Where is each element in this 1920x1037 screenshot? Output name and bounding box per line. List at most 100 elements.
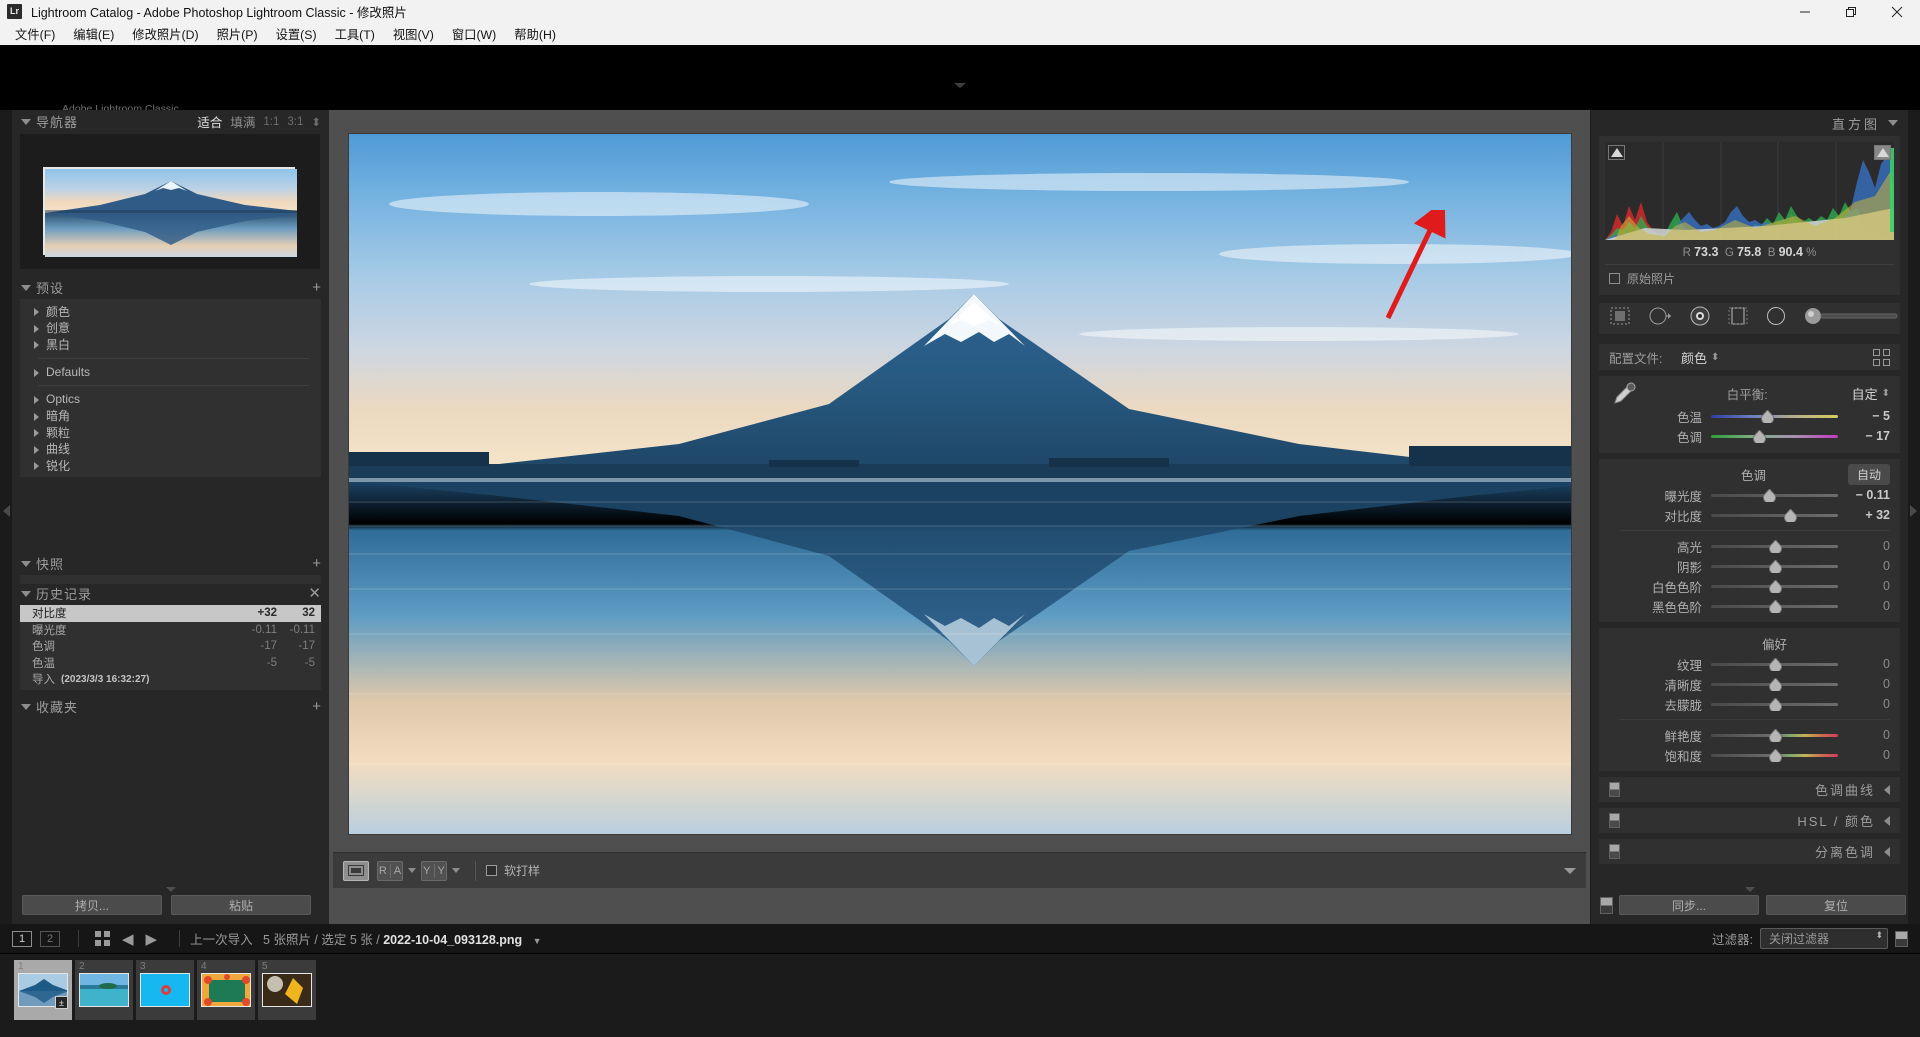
slider-value[interactable]: 0	[1838, 728, 1890, 742]
slider-value[interactable]: − 17	[1838, 429, 1890, 443]
add-snapshot-button[interactable]: +	[312, 556, 321, 571]
history-row-import[interactable]: 导入 (2023/3/3 16:32:27)	[20, 671, 321, 688]
history-row[interactable]: 曝光度 -0.11 -0.11	[20, 622, 321, 639]
filmstrip-source-info[interactable]: 上一次导入 5 张照片 / 选定 5 张 / 2022-10-04_093128…	[190, 929, 542, 948]
stepper-icon[interactable]: ⬍	[1875, 930, 1883, 941]
slider-clarity[interactable]: 清晰度 0	[1599, 674, 1900, 694]
maximize-icon[interactable]	[1828, 0, 1874, 23]
preset-group-sharpening[interactable]: 锐化	[20, 457, 321, 474]
sync-switch[interactable]	[1600, 897, 1613, 914]
back-arrow-icon[interactable]: ◀	[122, 930, 134, 948]
slider-track[interactable]	[1711, 748, 1838, 764]
chevron-down-icon[interactable]	[21, 561, 31, 567]
collections-header[interactable]: 收藏夹 +	[12, 695, 329, 718]
filmstrip-thumb[interactable]: 2	[75, 960, 133, 1020]
white-balance-stepper-icon[interactable]: ⬍	[1882, 388, 1890, 399]
soft-proofing-checkbox[interactable]	[486, 865, 497, 876]
panel-hsl-color[interactable]: HSL / 颜色	[1599, 808, 1900, 833]
reset-button[interactable]: 复位	[1766, 895, 1906, 915]
menu-develop[interactable]: 修改照片(D)	[123, 23, 207, 45]
slider-texture[interactable]: 纹理 0	[1599, 654, 1900, 674]
graduated-filter-icon[interactable]	[1728, 306, 1748, 331]
slider-track[interactable]	[1711, 657, 1838, 673]
slider-blacks[interactable]: 黑色色阶 0	[1599, 596, 1900, 616]
toolbar-options-chevron-icon[interactable]	[1564, 867, 1576, 874]
slider-value[interactable]: 0	[1838, 677, 1890, 691]
slider-track[interactable]	[1711, 539, 1838, 555]
slider-knob[interactable]	[1768, 697, 1782, 713]
slider-whites[interactable]: 白色色阶 0	[1599, 576, 1900, 596]
chevron-down-icon[interactable]	[21, 704, 31, 710]
preset-group-creative[interactable]: 创意	[20, 320, 321, 337]
snapshots-header[interactable]: 快照 +	[12, 552, 329, 575]
close-icon[interactable]	[1874, 0, 1920, 23]
slider-value[interactable]: 0	[1838, 657, 1890, 671]
slider-value[interactable]: − 5	[1838, 409, 1890, 423]
slider-track[interactable]	[1711, 409, 1838, 425]
chevron-down-icon[interactable]	[21, 285, 31, 291]
red-eye-icon[interactable]	[1689, 306, 1711, 331]
left-panel-resize-handle[interactable]	[165, 887, 176, 892]
slider-knob[interactable]	[1768, 677, 1782, 693]
slider-tint[interactable]: 色调 − 17	[1599, 426, 1900, 446]
slider-knob[interactable]	[1768, 559, 1782, 575]
preset-group-curve[interactable]: 曲线	[20, 441, 321, 458]
forward-arrow-icon[interactable]: ▶	[146, 930, 158, 948]
filmstrip-thumb[interactable]: 3	[136, 960, 194, 1020]
panel-split-toning[interactable]: 分离色调	[1599, 839, 1900, 864]
slider-track[interactable]	[1711, 559, 1838, 575]
slider-highlights[interactable]: 高光 0	[1599, 536, 1900, 556]
white-balance-row[interactable]: 白平衡: 自定 ⬍	[1599, 380, 1900, 406]
top-panel-toggle[interactable]	[954, 83, 966, 88]
profile-row[interactable]: 配置文件: 颜色 ⬍	[1599, 344, 1900, 370]
slider-knob[interactable]	[1753, 429, 1767, 445]
original-photo-row[interactable]: 原始照片	[1605, 264, 1894, 289]
split-toning-switch[interactable]	[1609, 844, 1620, 859]
zoom-mode-3to1[interactable]: 3:1	[287, 116, 303, 128]
sync-settings-button[interactable]: 同步...	[1619, 895, 1759, 915]
slider-value[interactable]: 0	[1838, 748, 1890, 762]
profile-stepper-icon[interactable]: ⬍	[1711, 352, 1719, 363]
photo-canvas[interactable]	[333, 120, 1586, 847]
history-row[interactable]: 对比度 +32 32	[20, 605, 321, 622]
right-panel-resize-handle[interactable]	[1744, 887, 1755, 892]
hsl-switch[interactable]	[1609, 813, 1620, 828]
slider-knob[interactable]	[1768, 728, 1782, 744]
chevron-left-icon[interactable]	[1884, 784, 1890, 795]
slider-value[interactable]: 0	[1838, 697, 1890, 711]
spot-removal-icon[interactable]	[1648, 306, 1672, 331]
zoom-mode-fit[interactable]: 适合	[197, 112, 222, 131]
slider-value[interactable]: 0	[1838, 579, 1890, 593]
add-collection-button[interactable]: +	[312, 699, 321, 714]
slider-knob[interactable]	[1768, 579, 1782, 595]
display-1-button[interactable]: 1	[12, 930, 32, 947]
filter-select[interactable]: 关闭过滤器 ⬍	[1760, 928, 1888, 949]
slider-saturation[interactable]: 饱和度 0	[1599, 745, 1900, 765]
slider-value[interactable]: 0	[1838, 559, 1890, 573]
slider-track[interactable]	[1711, 508, 1838, 524]
slider-track[interactable]	[1711, 697, 1838, 713]
preset-group-vignette[interactable]: 暗角	[20, 408, 321, 425]
slider-track[interactable]	[1711, 488, 1838, 504]
crop-overlay-icon[interactable]	[1609, 306, 1631, 331]
display-2-button[interactable]: 2	[40, 930, 60, 947]
radial-filter-icon[interactable]	[1765, 306, 1787, 331]
history-row[interactable]: 色调 -17 -17	[20, 638, 321, 655]
menu-edit[interactable]: 编辑(E)	[64, 23, 123, 45]
chevron-down-icon[interactable]	[452, 868, 460, 873]
slider-exposure[interactable]: 曝光度 − 0.11	[1599, 485, 1900, 505]
presets-header[interactable]: 预设 +	[12, 276, 329, 299]
auto-tone-button[interactable]: 自动	[1847, 463, 1890, 485]
filter-toggle-switch[interactable]	[1895, 930, 1908, 947]
filmstrip-thumb[interactable]: 5	[258, 960, 316, 1020]
chevron-down-icon[interactable]: ▼	[533, 936, 542, 946]
highlight-clipping-indicator[interactable]	[1874, 145, 1891, 160]
chevron-down-icon[interactable]	[1888, 120, 1898, 126]
profile-value[interactable]: 颜色	[1681, 348, 1707, 367]
preset-group-grain[interactable]: 颗粒	[20, 424, 321, 441]
chevron-down-icon[interactable]	[21, 591, 31, 597]
grid-view-icon[interactable]	[95, 931, 110, 946]
slider-track[interactable]	[1711, 429, 1838, 445]
histogram-chart[interactable]	[1605, 142, 1894, 240]
slider-knob[interactable]	[1760, 409, 1774, 425]
